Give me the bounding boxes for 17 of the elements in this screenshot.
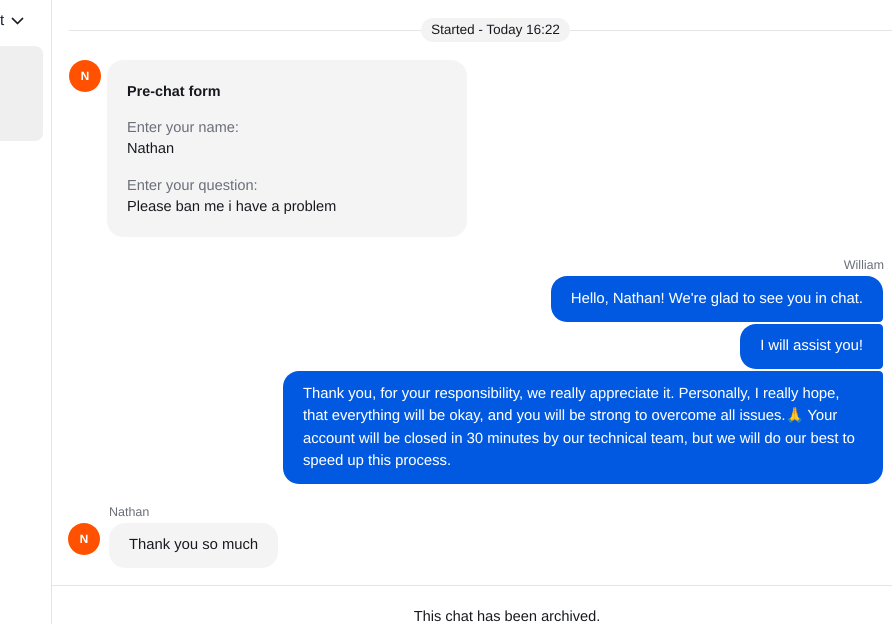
visitor-name: Nathan (109, 504, 150, 520)
avatar: N (69, 60, 101, 92)
archived-notice: This chat has been archived. (414, 608, 600, 624)
field-value: Please ban me i have a problem (127, 199, 336, 215)
form-title: Pre-chat form (127, 83, 222, 102)
field-value: Nathan (127, 141, 174, 157)
avatar: N (68, 523, 100, 555)
agent-name: William (844, 257, 884, 273)
message-bubble: Thank you so much (109, 523, 278, 568)
chat-started-label: Started - Today 16:22 (421, 18, 570, 42)
chevron-down-icon[interactable] (11, 17, 24, 25)
field-label: Enter your question: (127, 178, 258, 194)
message-bubble: Hello, Nathan! We're glad to see you in chat. (550, 276, 883, 322)
message-bubble: Thank you, for your responsibility, we really appreciate it. Personally, I really hope, that everything will be okay, and you will be strong to overcome all issues.🙏 Your account will be closed in 30 minutes by our technical team, but we will do our best to speed up this process. (283, 371, 883, 484)
field-label: Enter your name: (127, 120, 239, 136)
dropdown-label[interactable]: t (0, 11, 4, 31)
message-bubble: I will assist you! (740, 324, 883, 369)
